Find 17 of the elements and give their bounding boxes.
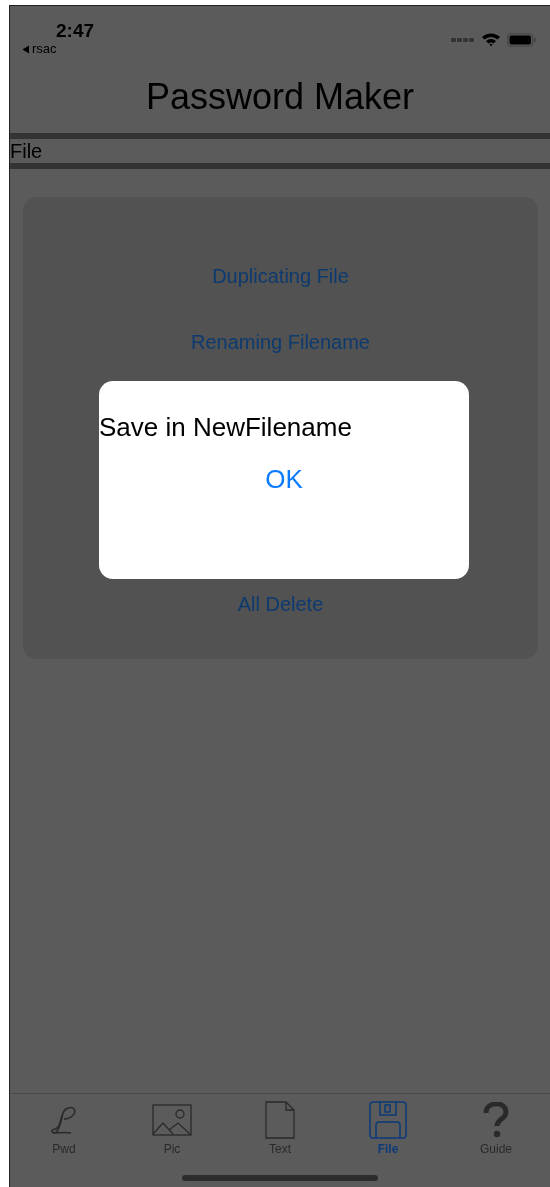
menu-link[interactable]: Renaming Filename bbox=[191, 327, 370, 357]
battery-icon bbox=[507, 32, 536, 47]
ok-button[interactable]: OK bbox=[254, 463, 314, 495]
section-label: File bbox=[10, 133, 550, 169]
signal-icon bbox=[451, 36, 475, 43]
document-icon bbox=[265, 1101, 295, 1139]
picture-icon bbox=[152, 1104, 192, 1136]
menu-link[interactable]: Duplicating File bbox=[212, 261, 349, 291]
status-time: 2:47 bbox=[56, 20, 95, 42]
wifi-icon bbox=[481, 32, 501, 47]
tab-item[interactable]: File bbox=[334, 1094, 442, 1162]
menu-link[interactable]: All Delete bbox=[237, 589, 324, 619]
back-icon bbox=[22, 44, 30, 54]
alert-message: Save in NewFilename bbox=[99, 411, 353, 443]
back-to-app-link[interactable]: rsac bbox=[22, 42, 57, 56]
question-mark-icon bbox=[483, 1102, 509, 1138]
app-title: Password Maker bbox=[144, 75, 416, 119]
